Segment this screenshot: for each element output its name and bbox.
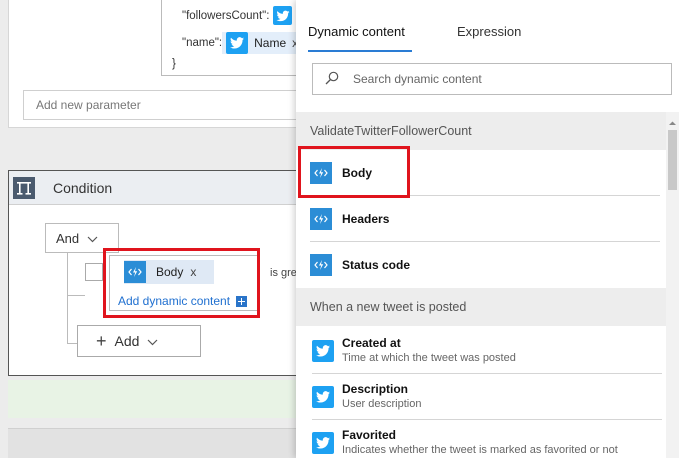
name-key: "name":: [182, 37, 223, 49]
dynamic-item-label: Headers: [342, 211, 390, 226]
dynamic-item-favorited[interactable]: Favorited Indicates whether the tweet is…: [312, 422, 662, 458]
json-line-name: "name": Name x: [182, 32, 303, 54]
tree-connector-vertical: [67, 253, 68, 343]
dynamic-item-label: Description: [342, 382, 409, 396]
dynamic-item-status-code[interactable]: Status code: [310, 242, 660, 288]
dynamic-item-label: Favorited: [342, 428, 397, 442]
dynamic-item-description: Time at which the tweet was posted: [342, 352, 516, 364]
highlight-box: [298, 146, 410, 198]
condition-icon: [13, 177, 35, 199]
condition-title: Condition: [53, 180, 113, 196]
tab-expression[interactable]: Expression: [457, 0, 521, 56]
if-yes-branch-header[interactable]: [8, 380, 308, 418]
dynamic-item-description: Indicates whether the tweet is marked as…: [342, 444, 618, 456]
tree-connector-row: [67, 295, 85, 296]
and-operator-label: And: [56, 230, 80, 246]
twitter-icon: [312, 432, 334, 454]
chevron-down-icon: [87, 231, 98, 246]
dynamic-item-headers[interactable]: Headers: [310, 196, 660, 242]
add-button-label: Add: [114, 333, 140, 349]
scrollbar[interactable]: [666, 112, 679, 458]
scroll-up-arrow-icon[interactable]: [666, 116, 679, 125]
tab-active-underline: [308, 50, 412, 52]
dynamic-item-label: Created at: [342, 336, 401, 350]
add-button[interactable]: + Add: [77, 325, 201, 357]
tab-dynamic-content[interactable]: Dynamic content: [308, 0, 412, 56]
section-header: When a new tweet is posted: [296, 288, 666, 326]
json-closing-brace: }: [172, 58, 176, 70]
name-token-label: Name: [254, 36, 287, 50]
twitter-icon: [312, 340, 334, 362]
add-new-parameter-dropdown[interactable]: Add new parameter: [23, 90, 303, 120]
json-line-followers: "followersCount":: [182, 6, 293, 25]
tab-expression-label: Expression: [457, 24, 522, 39]
highlight-box: [103, 248, 260, 318]
dynamic-item-description-field[interactable]: Description User description: [312, 376, 662, 420]
search-icon: [325, 71, 339, 88]
next-card-strip: [8, 428, 308, 458]
plus-icon: +: [96, 330, 107, 351]
section-header: ValidateTwitterFollowerCount: [296, 112, 666, 150]
condition-header[interactable]: Condition: [9, 171, 307, 205]
dynamic-item-created-at[interactable]: Created at Time at which the tweet was p…: [312, 330, 662, 374]
row-select-checkbox[interactable]: [85, 263, 103, 281]
compose-action-card: "followersCount": "name": Name x } Add n…: [8, 0, 311, 128]
twitter-icon: [312, 386, 334, 408]
tab-dynamic-content-label: Dynamic content: [308, 24, 405, 39]
twitter-icon: [226, 32, 249, 54]
search-placeholder: Search dynamic content: [353, 72, 482, 86]
dynamic-item-label: Status code: [342, 258, 411, 272]
bolt-icon: [310, 207, 332, 230]
twitter-icon: [273, 6, 293, 25]
name-token[interactable]: Name x: [222, 32, 303, 54]
scrollbar-thumb[interactable]: [668, 130, 677, 190]
dynamic-content-flyout: Dynamic content Expression Search dynami…: [296, 0, 679, 458]
json-inputs-box: "followersCount": "name": Name x }: [161, 0, 311, 76]
chevron-down-icon: [147, 333, 158, 349]
dynamic-item-description: User description: [342, 398, 422, 410]
comparator-dropdown[interactable]: is gre: [270, 267, 297, 279]
followers-key: "followersCount":: [182, 9, 270, 22]
search-dynamic-content-input[interactable]: Search dynamic content: [312, 63, 672, 95]
bolt-icon: [310, 254, 332, 276]
